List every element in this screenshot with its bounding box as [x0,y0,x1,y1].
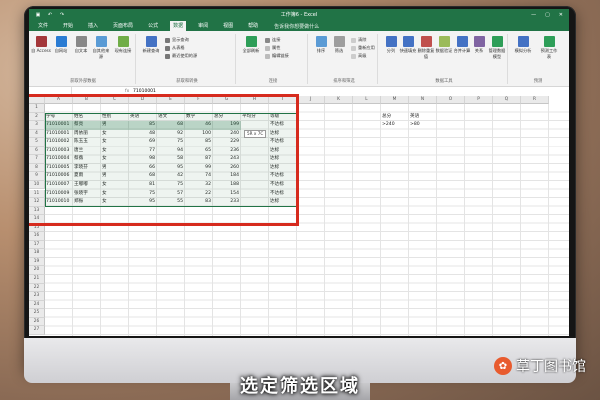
range-size-tooltip: 5R x 7C [244,129,267,138]
ribbon-tabs: 文件 开始 插入 页面布局 公式 数据 审阅 视图 帮助 告诉我你想要做什么 [29,21,569,31]
group-get-external-data: 自 Access 自网站 自文本 自其他来源 现有连接 获取外部数据 [31,34,136,84]
row-header[interactable]: 25 [29,309,45,318]
from-other-sources-button[interactable]: 自其他来源 [91,36,111,60]
group-forecast: 模拟分析 预测工作表 预测 [511,34,565,84]
tab-data[interactable]: 数据 [170,21,187,31]
row-header[interactable]: 27 [29,326,45,335]
connections-button[interactable]: 连接 [265,37,280,43]
table-cell[interactable]: >80 [409,121,437,130]
column-header[interactable]: L [353,96,381,104]
group-connections: 全部刷新 连接 属性 编辑链接 连接 [239,34,308,84]
queries-icon [165,37,170,43]
reapply-button[interactable]: 重新应用 [351,45,375,51]
tell-me-search[interactable]: 告诉我你想要做什么 [274,23,319,30]
tab-review[interactable]: 审阅 [195,21,211,31]
group-label: 获取外部数据 [70,79,96,84]
advanced-filter-button[interactable]: 高级 [351,53,366,59]
existing-connections-button[interactable]: 现有连接 [113,36,133,54]
excel-window: ▣ ↶ ↷ 工作簿6 - Excel — ▢ ✕ 文件 开始 插入 页面布局 公… [29,9,569,336]
sort-button[interactable]: 排序 [311,36,331,54]
tab-home[interactable]: 开始 [60,21,76,31]
close-button[interactable]: ✕ [559,9,563,21]
group-label: 预测 [533,79,543,84]
table-cell[interactable]: 总分 [381,113,409,122]
column-header[interactable]: J [297,96,325,104]
reapply-icon [351,45,356,51]
row-header[interactable]: 26 [29,317,45,327]
table-icon [165,45,170,51]
row-header[interactable]: 24 [29,300,45,310]
row-header[interactable]: 23 [29,292,45,301]
minimize-button[interactable]: — [531,9,536,21]
title-bar: ▣ ↶ ↷ 工作簿6 - Excel — ▢ ✕ [29,9,569,21]
watermark: ✿ 草丁图书馆 [494,356,586,376]
from-access-button[interactable]: 自 Access [31,36,51,54]
recent-sources-button[interactable]: 最近使用的源 [165,53,197,59]
group-label: 排序和筛选 [333,79,355,84]
row-header[interactable]: 16 [29,232,45,241]
row-header[interactable]: 20 [29,266,45,275]
column-header[interactable]: M [381,96,409,104]
properties-button[interactable]: 属性 [265,45,280,51]
properties-icon [265,45,270,51]
watermark-text: 草丁图书馆 [516,359,586,375]
relationships-button[interactable]: 关系 [469,36,489,54]
show-queries-button[interactable]: 显示查询 [165,37,189,43]
window-controls: — ▢ ✕ [531,9,563,21]
from-table-button[interactable]: 从表格 [165,45,185,51]
group-label: 获取和转换 [176,79,198,84]
from-text-button[interactable]: 自文本 [71,36,91,54]
data-validation-button[interactable]: 数据验证 [434,36,454,54]
watermark-logo-icon: ✿ [494,357,512,375]
column-header[interactable]: O [437,96,465,104]
row-header[interactable]: 19 [29,257,45,267]
connections-icon [265,37,270,43]
row-header[interactable]: 21 [29,275,45,284]
tab-help[interactable]: 帮助 [245,21,261,31]
tab-file[interactable]: 文件 [35,21,51,31]
group-data-tools: 分列 快速填充 删除重复值 数据验证 合并计算 关系 管理数据模型 数据工具 [381,34,508,84]
table-cell[interactable]: 英语 [409,113,437,122]
recent-icon [165,53,170,59]
column-header[interactable]: P [465,96,493,104]
tab-insert[interactable]: 插入 [85,21,101,31]
group-label: 连接 [268,79,278,84]
window-title: 工作簿6 - Excel [280,12,318,18]
group-sort-filter: 排序 筛选 清除 重新应用 高级 排序和筛选 [311,34,378,84]
maximize-button[interactable]: ▢ [545,9,550,21]
flash-fill-button[interactable]: 快速填充 [398,36,418,54]
row-header[interactable]: 22 [29,283,45,293]
row-header[interactable]: 17 [29,240,45,250]
tab-view[interactable]: 视图 [220,21,236,31]
column-header[interactable]: N [409,96,437,104]
forecast-sheet-button[interactable]: 预测工作表 [539,36,559,60]
edit-links-button[interactable]: 编辑链接 [265,53,289,59]
new-query-button[interactable]: 新建查询 [141,36,161,54]
ribbon: 自 Access 自网站 自文本 自其他来源 现有连接 获取外部数据 新建查询 … [29,31,569,87]
column-header[interactable]: Q [493,96,521,104]
what-if-analysis-button[interactable]: 模拟分析 [513,36,533,54]
filter-button[interactable]: 筛选 [329,36,349,54]
clear-filter-button[interactable]: 清除 [351,37,366,43]
group-label: 数据工具 [435,79,453,84]
row-header[interactable]: 18 [29,249,45,258]
worksheet-grid[interactable]: A B C D E F G H I J K L M N O P Q R 1 2 3 4 5 6 7 8 9 10 11 12 13 14 15 1… [29,94,569,336]
annotation-highlight-box [29,94,299,226]
manage-data-model-button[interactable]: 管理数据模型 [487,36,507,60]
table-cell[interactable]: >240 [381,121,409,130]
links-icon [265,53,270,59]
remove-duplicates-button[interactable]: 删除重复值 [416,36,436,60]
column-header[interactable]: R [521,96,549,104]
clear-icon [351,37,356,43]
tab-page-layout[interactable]: 页面布局 [110,21,136,31]
refresh-all-button[interactable]: 全部刷新 [241,36,261,54]
from-web-button[interactable]: 自网站 [51,36,71,54]
tab-formulas[interactable]: 公式 [145,21,161,31]
group-get-transform: 新建查询 显示查询 从表格 最近使用的源 获取和转换 [139,34,236,84]
column-header[interactable]: K [325,96,353,104]
advanced-icon [351,53,356,59]
